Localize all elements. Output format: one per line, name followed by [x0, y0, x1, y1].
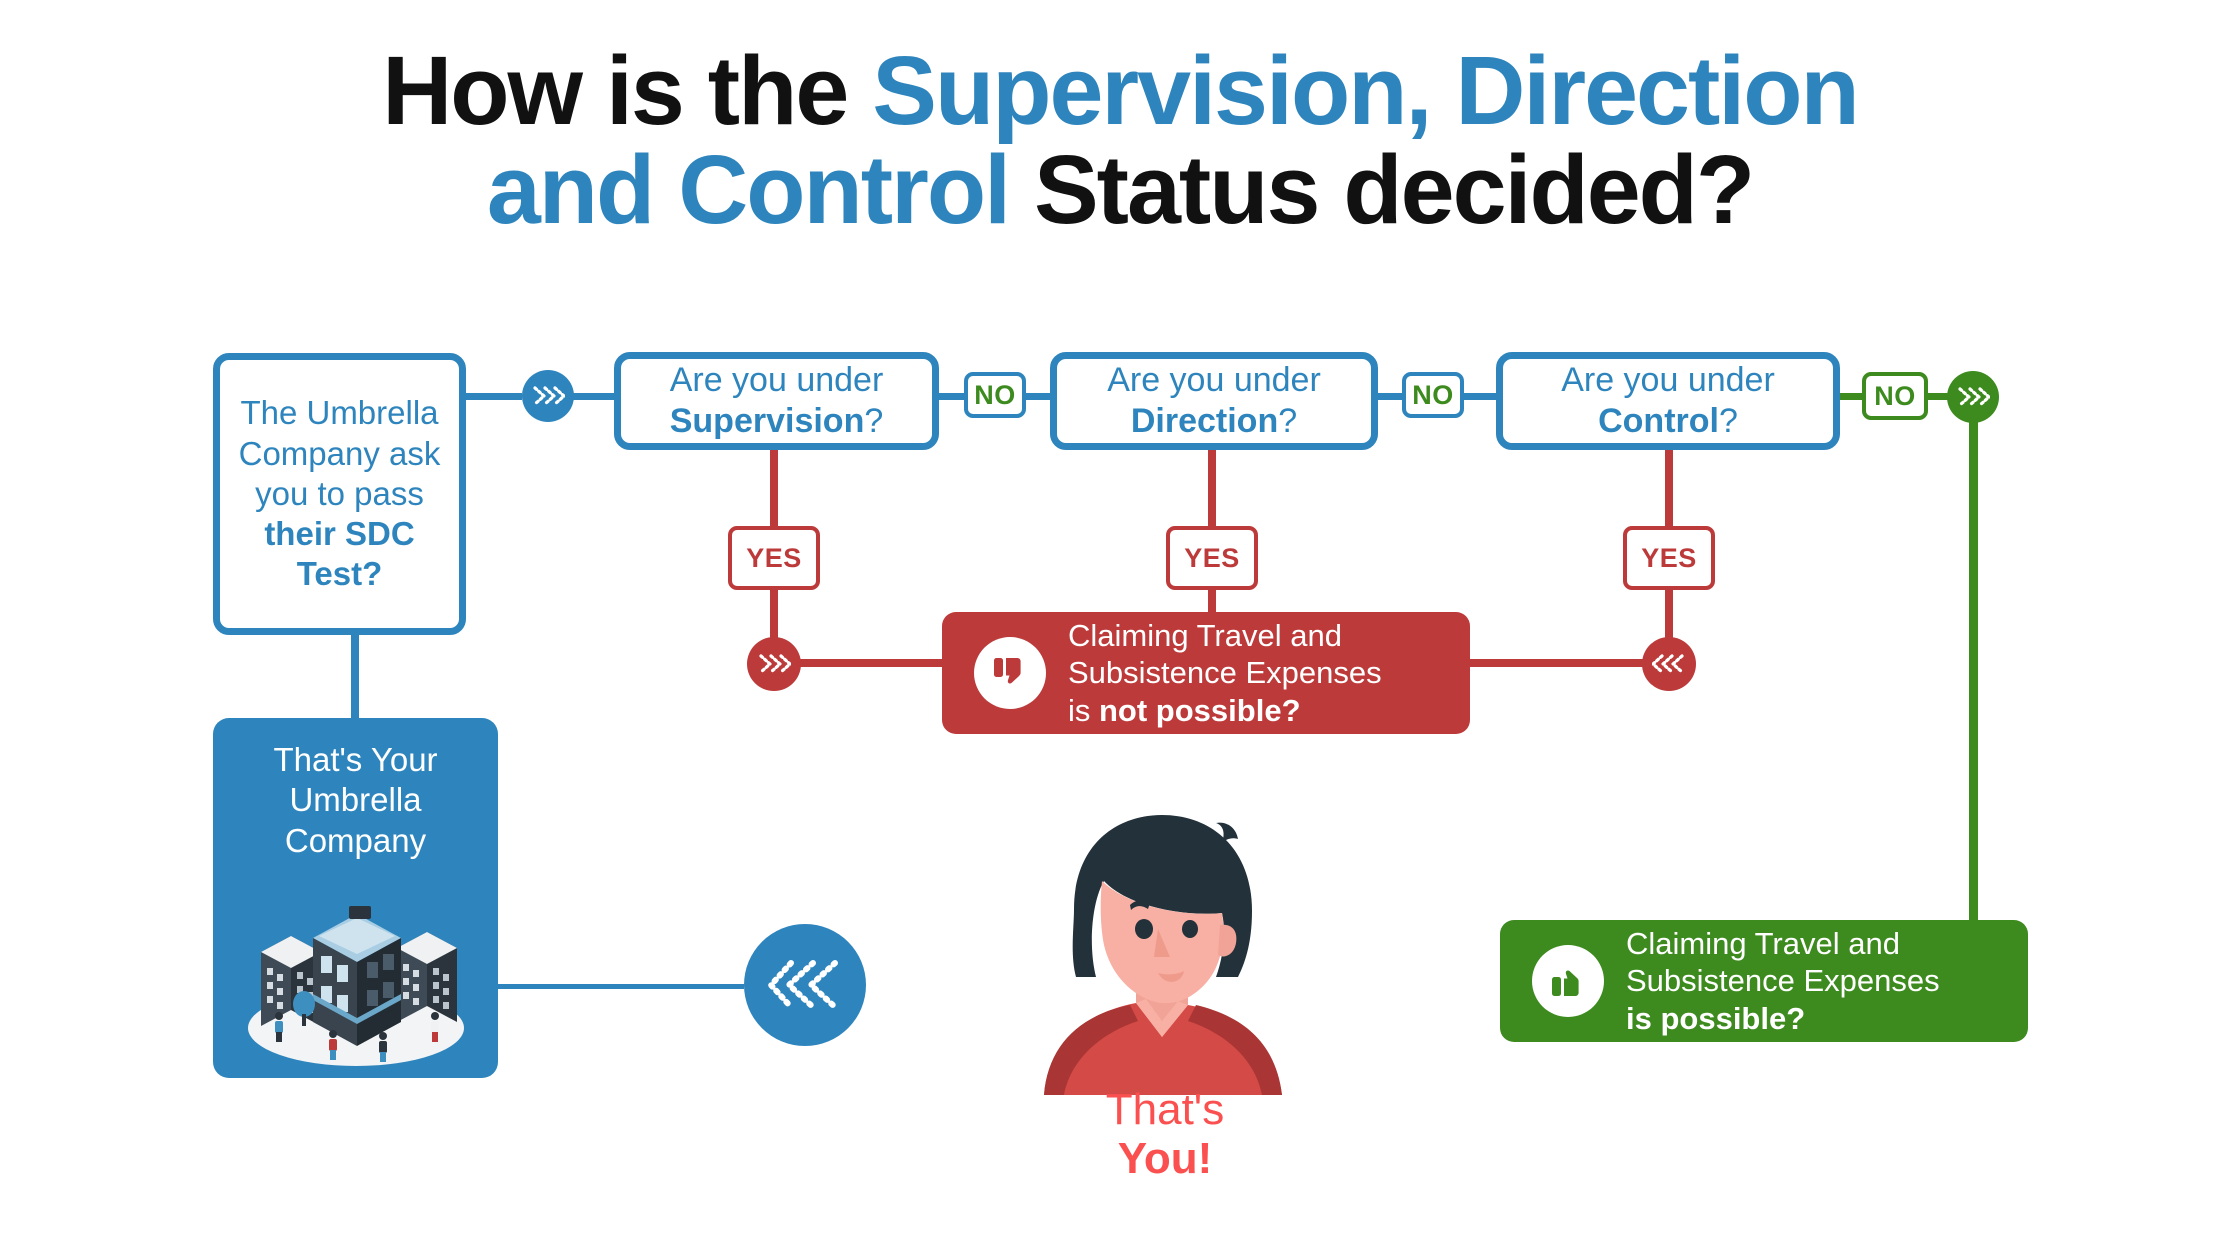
you-line-2: You! — [1117, 1134, 1213, 1184]
result-negative-text: Claiming Travel and Subsistence Expenses… — [1068, 617, 1382, 729]
page-title: How is the Supervision, Direction and Co… — [0, 41, 2240, 240]
connector-no1-to-direction — [1024, 393, 1052, 400]
result-box-not-possible[interactable]: Claiming Travel and Subsistence Expenses… — [942, 612, 1470, 734]
chevrons-left-icon — [766, 960, 838, 1010]
chevrons-right-icon — [1958, 387, 1990, 407]
q1-lead: Are you under — [669, 360, 884, 399]
badge-no-control[interactable]: NO — [1862, 372, 1928, 420]
q1-suffix: ? — [864, 402, 884, 440]
sdc-text-plain: The Umbrella Company ask you to pass — [238, 394, 441, 512]
badge-no-supervision[interactable]: NO — [964, 372, 1026, 418]
pos-line-2: Subsistence Expenses — [1626, 963, 1940, 999]
you-line-1: That's — [1105, 1085, 1225, 1134]
q3-term: Control — [1598, 402, 1719, 440]
connector-sdc-to-umbrella — [351, 632, 359, 724]
thumbs-up-icon — [1532, 945, 1604, 1017]
box-question-control[interactable]: Are you under Control? — [1496, 352, 1840, 450]
badge-yes-control[interactable]: YES — [1623, 526, 1715, 590]
umbrella-line-1: That's Your — [273, 741, 438, 778]
panel-umbrella-company[interactable]: That's Your Umbrella Company — [213, 718, 498, 1078]
connector-control-to-no — [1838, 393, 1864, 400]
chevron-circle-right-blue-small — [522, 370, 574, 422]
chevrons-right-icon — [533, 386, 565, 406]
box-question-supervision[interactable]: Are you under Supervision? — [614, 352, 939, 450]
connector-sdc-to-circle — [462, 393, 522, 400]
infographic-canvas: How is the Supervision, Direction and Co… — [0, 0, 2240, 1260]
chevrons-left-icon — [1652, 654, 1684, 674]
umbrella-line-2: Umbrella — [289, 781, 422, 819]
q3-suffix: ? — [1718, 402, 1738, 440]
chevron-circle-left-red — [1642, 637, 1696, 691]
neg-line-2: Subsistence Expenses — [1068, 655, 1382, 691]
connector-red-left-to-result — [778, 659, 958, 667]
title-segment-plain-1: How is the — [382, 36, 873, 145]
neg-line-3-bold: not possible? — [1099, 692, 1301, 728]
connector-no2-to-control — [1462, 393, 1496, 400]
badge-yes-direction[interactable]: YES — [1166, 526, 1258, 590]
thumbs-down-glyph — [994, 658, 1021, 684]
woman-avatar-icon — [1044, 815, 1282, 1095]
thats-you-label: That's You! — [1000, 1085, 1330, 1184]
pos-line-3-bold: is possible? — [1626, 1000, 1806, 1036]
box-sdc-test[interactable]: The Umbrella Company ask you to pass the… — [213, 353, 466, 635]
connector-umbrella-to-bigcircle — [498, 984, 744, 989]
connector-yes2-vertical-top — [1208, 450, 1216, 526]
connector-red-right-to-result — [1470, 659, 1670, 667]
title-segment-highlight-2: and Control — [486, 134, 1011, 244]
q3-lead: Are you under — [1561, 360, 1775, 399]
sdc-text-bold: their SDC Test? — [264, 515, 415, 593]
q2-lead: Are you under — [1107, 360, 1321, 399]
isometric-office-buildings-icon — [248, 906, 464, 1066]
q2-suffix: ? — [1278, 402, 1298, 440]
title-segment-plain-2: Status decided? — [1009, 134, 1755, 244]
thumbs-down-icon — [974, 637, 1046, 709]
pos-line-1: Claiming Travel and — [1626, 926, 1900, 962]
title-segment-highlight-1: Supervision, Direction — [872, 36, 1859, 145]
q2-term: Direction — [1130, 402, 1279, 440]
badge-no-direction[interactable]: NO — [1402, 372, 1464, 418]
neg-line-3-plain: is — [1068, 692, 1099, 728]
box-question-direction[interactable]: Are you under Direction? — [1050, 352, 1378, 450]
chevron-circle-right-red — [747, 637, 801, 691]
umbrella-line-3: Company — [284, 821, 427, 859]
connector-green-vertical — [1969, 408, 1978, 920]
connector-yes3-vertical-top — [1665, 450, 1673, 526]
thumbs-up-glyph — [1552, 970, 1579, 996]
umbrella-panel-text: That's Your Umbrella Company — [213, 740, 498, 861]
connector-yes1-vertical-top — [770, 450, 778, 526]
chevron-circle-right-green — [1947, 371, 1999, 423]
result-box-possible[interactable]: Claiming Travel and Subsistence Expenses… — [1500, 920, 2028, 1042]
chevron-circle-left-blue-large — [744, 924, 866, 1046]
result-positive-text: Claiming Travel and Subsistence Expenses… — [1626, 925, 1940, 1037]
badge-yes-supervision[interactable]: YES — [728, 526, 820, 590]
chevrons-right-icon — [759, 654, 791, 674]
neg-line-1: Claiming Travel and — [1068, 618, 1342, 654]
q1-term: Supervision — [669, 402, 865, 440]
